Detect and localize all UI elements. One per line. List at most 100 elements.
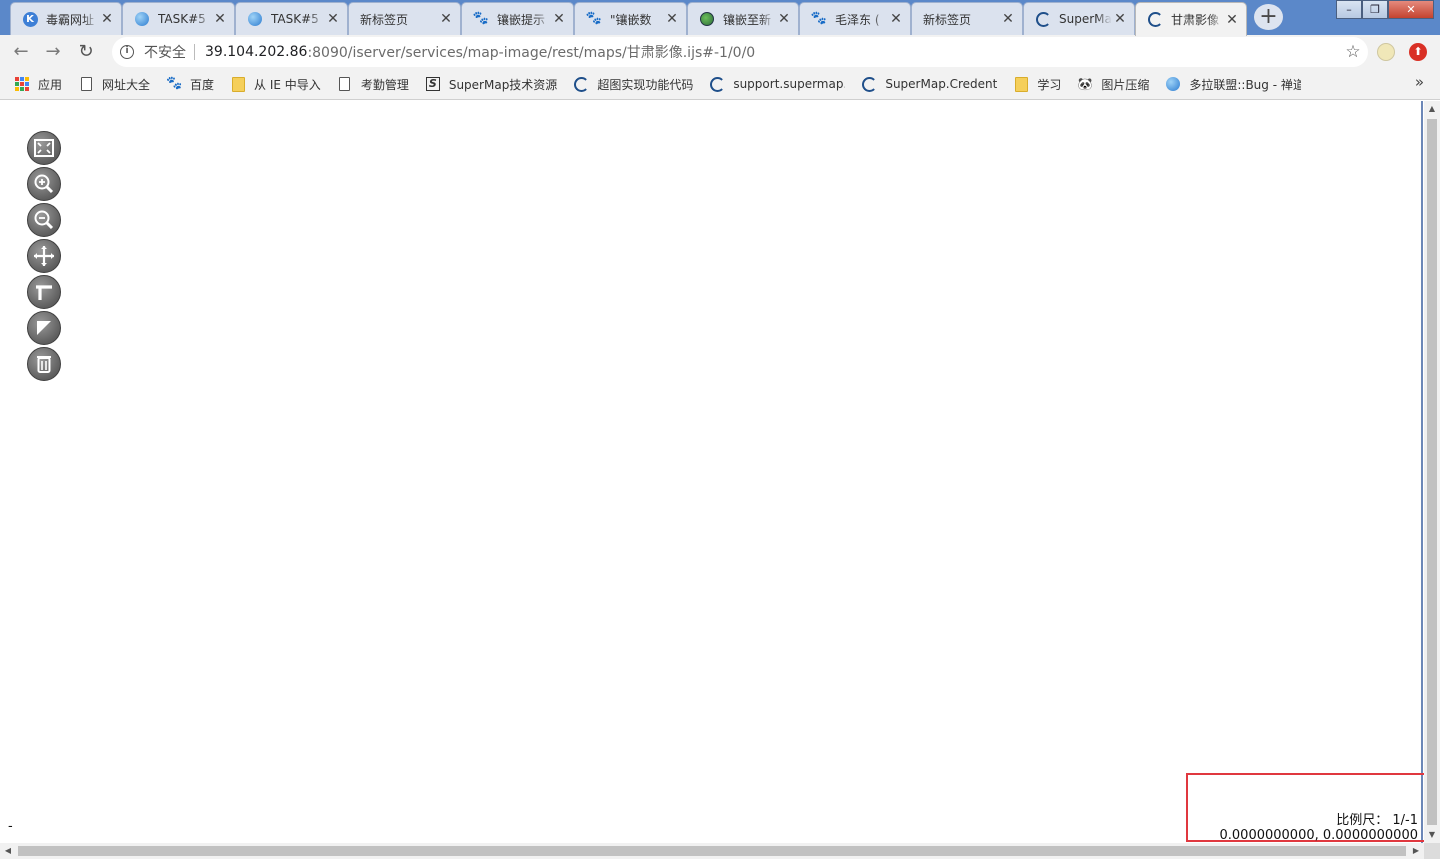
bookmark-item[interactable]: 考勤管理 (337, 72, 417, 96)
bookmark-item[interactable]: 多拉联盟::Bug - 禅道 (1165, 72, 1309, 96)
window-close-button[interactable]: ✕ (1388, 0, 1434, 19)
measure-distance-button[interactable] (27, 275, 61, 309)
minimize-button[interactable]: – (1336, 0, 1362, 19)
scroll-up-icon[interactable]: ▲ (1424, 101, 1440, 117)
scroll-left-icon[interactable]: ◀ (0, 843, 16, 859)
scroll-down-icon[interactable]: ▼ (1424, 827, 1440, 843)
supermap-icon (709, 76, 725, 92)
map-viewport[interactable]: - 比例尺： 1/-1 0.0000000000, 0.0000000000 ▲… (0, 101, 1440, 859)
tab-close-icon[interactable]: ✕ (99, 11, 115, 27)
tab-close-icon[interactable]: ✕ (438, 11, 454, 27)
vertical-scroll-thumb[interactable] (1427, 119, 1437, 825)
vertical-scrollbar[interactable]: ▲ ▼ (1424, 101, 1440, 843)
tab-title: 镶嵌至新 (723, 12, 772, 27)
tab[interactable]: TASK#5 ✕ (122, 2, 235, 35)
omnibox-separator (194, 44, 195, 60)
zoom-in-button[interactable] (27, 167, 61, 201)
pan-icon (34, 246, 54, 266)
bookmark-label: 百度 (190, 77, 215, 92)
bookmark-item[interactable]: 🐾 百度 (166, 72, 222, 96)
tab[interactable]: 新标签页 ✕ (348, 2, 461, 35)
tab-close-icon[interactable]: ✕ (325, 11, 341, 27)
measure-area-button[interactable] (27, 311, 61, 345)
bookmark-label: 图片压缩 (1101, 77, 1150, 92)
dash-mark: - (8, 819, 13, 834)
horizontal-scrollbar[interactable]: ◀ ▶ (0, 843, 1424, 859)
bookmark-item[interactable]: 网址大全 (78, 72, 158, 96)
globe-icon (1165, 76, 1181, 92)
tab[interactable]: SuperMa ✕ (1023, 2, 1135, 35)
bookmark-label: 超图实现功能代码 (597, 77, 694, 92)
tab-close-icon[interactable]: ✕ (212, 11, 228, 27)
browser-toolbar: ← → ↻ i 不安全 39.104.202.86:8090/iserver/s… (0, 35, 1440, 69)
tab[interactable]: K 毒霸网址 ✕ (10, 2, 122, 35)
full-extent-icon (34, 139, 54, 157)
page-icon (337, 76, 353, 92)
upload-extension-icon[interactable]: ⬆ (1409, 43, 1427, 61)
tab[interactable]: 🐾 毛泽东 (✕ (799, 2, 911, 35)
bookmark-label: support.supermap.c (733, 77, 846, 91)
coordinate-readout: 0.0000000000, 0.0000000000 (1219, 828, 1419, 843)
supermap-s-icon: S (425, 76, 441, 92)
restore-button[interactable]: ❐ (1362, 0, 1388, 19)
bookmarks-overflow-icon[interactable]: » (1415, 73, 1424, 91)
url-path: :8090/iserver/services/map-image/rest/ma… (307, 45, 756, 61)
reload-icon[interactable]: ↻ (74, 40, 98, 64)
globe-icon (247, 11, 263, 27)
measure-distance-icon (36, 285, 52, 300)
tab-title: TASK#5 (158, 12, 206, 26)
tab-close-icon[interactable]: ✕ (776, 11, 792, 27)
url-host: 39.104.202.86 (205, 44, 308, 60)
tab-close-icon[interactable]: ✕ (1000, 11, 1016, 27)
bookmark-label: 学习 (1037, 77, 1062, 92)
tab-close-icon[interactable]: ✕ (1224, 12, 1240, 28)
tab-close-icon[interactable]: ✕ (1112, 11, 1128, 27)
zoom-out-button[interactable] (27, 203, 61, 237)
bookmark-label: 考勤管理 (360, 77, 409, 92)
tab[interactable]: 镶嵌至新 ✕ (687, 2, 799, 35)
bookmark-item[interactable]: support.supermap.c (709, 72, 853, 96)
tab-title: TASK#5 (271, 12, 319, 26)
tab[interactable]: TASK#5 ✕ (235, 2, 348, 35)
tab-title: 新标签页 (923, 12, 972, 27)
pan-button[interactable] (27, 239, 61, 273)
full-extent-button[interactable] (27, 131, 61, 165)
forward-icon[interactable]: → (41, 40, 65, 64)
supermap-icon (1147, 12, 1163, 28)
horizontal-scroll-thumb[interactable] (18, 846, 1406, 856)
kingsoft-icon: K (22, 11, 38, 27)
earth-icon (699, 11, 715, 27)
bookmark-item[interactable]: 从 IE 中导入 (230, 72, 329, 96)
clear-button[interactable] (27, 347, 61, 381)
bookmark-item[interactable]: 应用 (14, 72, 70, 96)
tab-title: 毒霸网址 (46, 12, 95, 27)
bookmark-item[interactable]: 学习 (1013, 72, 1069, 96)
tab-strip: K 毒霸网址 ✕ TASK#5 ✕ TASK#5 ✕ 新标签页 ✕ 🐾 镶嵌提示 ✕ 🐾 "镶嵌数 ✕ 镶嵌至… (0, 0, 1440, 36)
tab[interactable]: 新标签页 ✕ (911, 2, 1023, 35)
tab-close-icon[interactable]: ✕ (888, 11, 904, 27)
scale-readout: 比例尺： 1/-1 (1336, 809, 1418, 828)
zoom-out-icon (34, 210, 54, 230)
tab[interactable]: 🐾 "镶嵌数 ✕ (574, 2, 687, 35)
tab-active[interactable]: 甘肃影像 ✕ (1135, 2, 1247, 36)
new-tab-button[interactable]: + (1254, 4, 1283, 30)
bookmark-label: 网址大全 (102, 77, 151, 92)
bookmark-item[interactable]: 🐼 图片压缩 (1077, 72, 1157, 96)
scroll-right-icon[interactable]: ▶ (1408, 843, 1424, 859)
tab[interactable]: 🐾 镶嵌提示 ✕ (461, 2, 574, 35)
tab-title: 甘肃影像 (1171, 13, 1220, 27)
info-icon[interactable]: i (120, 45, 134, 59)
bookmark-star-icon[interactable]: ☆ (1338, 37, 1368, 67)
tab-close-icon[interactable]: ✕ (551, 11, 567, 27)
tab-title: 新标签页 (360, 12, 409, 27)
address-bar[interactable]: i 不安全 39.104.202.86:8090/iserver/service… (112, 37, 1368, 67)
tab-close-icon[interactable]: ✕ (664, 11, 680, 27)
security-label[interactable]: 不安全 (144, 42, 186, 62)
window-controls: – ❐ ✕ (1336, 0, 1434, 19)
tab-title: 镶嵌提示 (497, 12, 546, 27)
weather-extension-icon[interactable] (1377, 43, 1395, 61)
bookmark-item[interactable]: S SuperMap技术资源 (425, 72, 565, 96)
bookmark-item[interactable]: 超图实现功能代码 (573, 72, 701, 96)
bookmark-item[interactable]: SuperMap.Credenti (861, 72, 1005, 96)
back-icon[interactable]: ← (9, 40, 33, 64)
